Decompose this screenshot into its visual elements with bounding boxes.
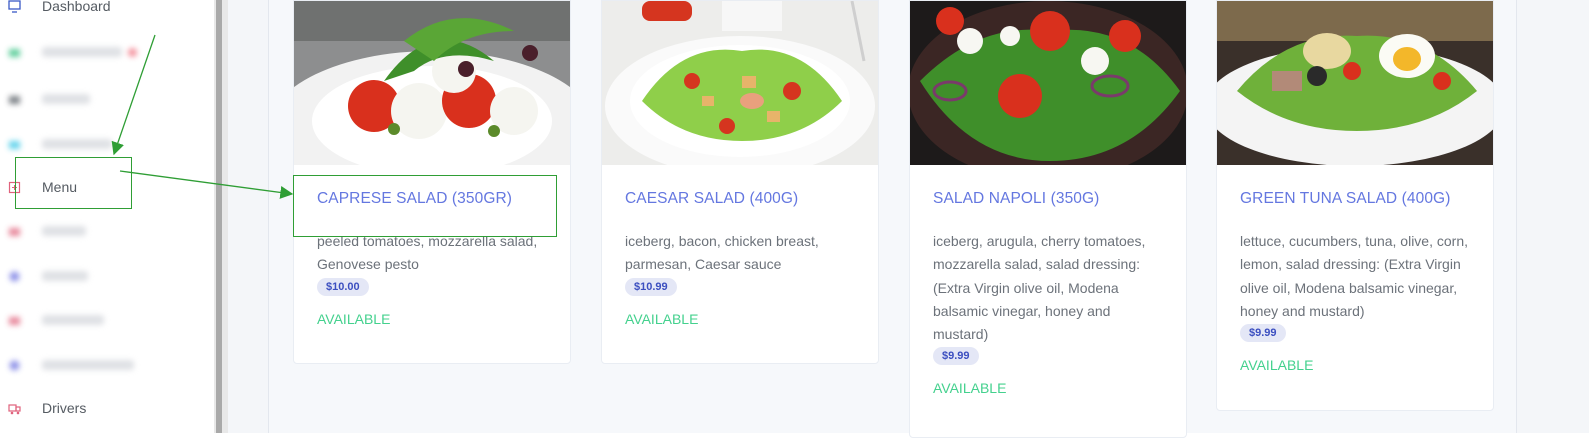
user-icon xyxy=(8,270,21,283)
sidebar-item-blurred-2[interactable] xyxy=(0,85,214,113)
sidebar-item-blurred-3[interactable] xyxy=(0,130,214,158)
price-badge: $10.99 xyxy=(625,277,677,296)
price-badge: $9.99 xyxy=(933,347,979,366)
availability-status: AVAILABLE xyxy=(317,310,391,327)
monitor-icon xyxy=(8,0,21,13)
store-icon xyxy=(8,138,21,151)
cart-icon xyxy=(8,46,21,59)
dish-image xyxy=(910,1,1186,165)
sidebar: Dashboard Menu Drivers xyxy=(0,0,214,433)
menu-item-card[interactable]: GREEN TUNA SALAD (400G) lettuce, cucumbe… xyxy=(1216,0,1494,411)
table-icon xyxy=(8,225,21,238)
location-icon xyxy=(8,359,21,372)
sidebar-item-dashboard[interactable]: Dashboard xyxy=(0,0,214,20)
scrollbar-thumb[interactable] xyxy=(216,0,222,433)
sidebar-item-blurred-7[interactable] xyxy=(0,306,214,334)
dish-title[interactable]: SALAD NAPOLI (350G) xyxy=(933,190,1168,208)
menu-item-card[interactable]: CAESAR SALAD (400G) iceberg, bacon, chic… xyxy=(601,0,879,364)
sidebar-item-blurred-1[interactable] xyxy=(0,38,214,66)
dish-title[interactable]: GREEN TUNA SALAD (400G) xyxy=(1240,190,1475,208)
dish-image xyxy=(294,1,570,165)
availability-status: AVAILABLE xyxy=(933,380,1007,397)
menu-item-card[interactable]: SALAD NAPOLI (350G) iceberg, arugula, ch… xyxy=(909,0,1187,438)
dish-image xyxy=(602,1,878,165)
sidebar-item-drivers[interactable]: Drivers xyxy=(0,394,214,422)
dish-description: iceberg, bacon, chicken breast, parmesan… xyxy=(625,233,819,273)
availability-status: AVAILABLE xyxy=(625,310,699,327)
sidebar-item-blurred-6[interactable] xyxy=(0,262,214,290)
price-badge: $9.99 xyxy=(1240,324,1286,343)
box-icon xyxy=(8,93,21,106)
sidebar-item-blurred-8[interactable] xyxy=(0,351,214,379)
annotation-box-menu xyxy=(15,157,132,209)
availability-status: AVAILABLE xyxy=(1240,357,1314,374)
truck-icon xyxy=(8,402,21,415)
sidebar-item-label: Drivers xyxy=(42,400,87,416)
sidebar-scrollbar[interactable] xyxy=(214,0,228,433)
annotation-box-title xyxy=(293,175,557,237)
dish-image xyxy=(1217,1,1493,165)
dish-description: iceberg, arugula, cherry tomatoes, mozza… xyxy=(933,233,1146,343)
dish-title[interactable]: CAESAR SALAD (400G) xyxy=(625,190,860,208)
coupon-icon xyxy=(8,314,21,327)
dish-description: lettuce, cucumbers, tuna, olive, corn, l… xyxy=(1240,233,1468,319)
sidebar-item-blurred-5[interactable] xyxy=(0,217,214,245)
price-badge: $10.00 xyxy=(317,277,369,296)
sidebar-item-label: Dashboard xyxy=(42,0,111,14)
